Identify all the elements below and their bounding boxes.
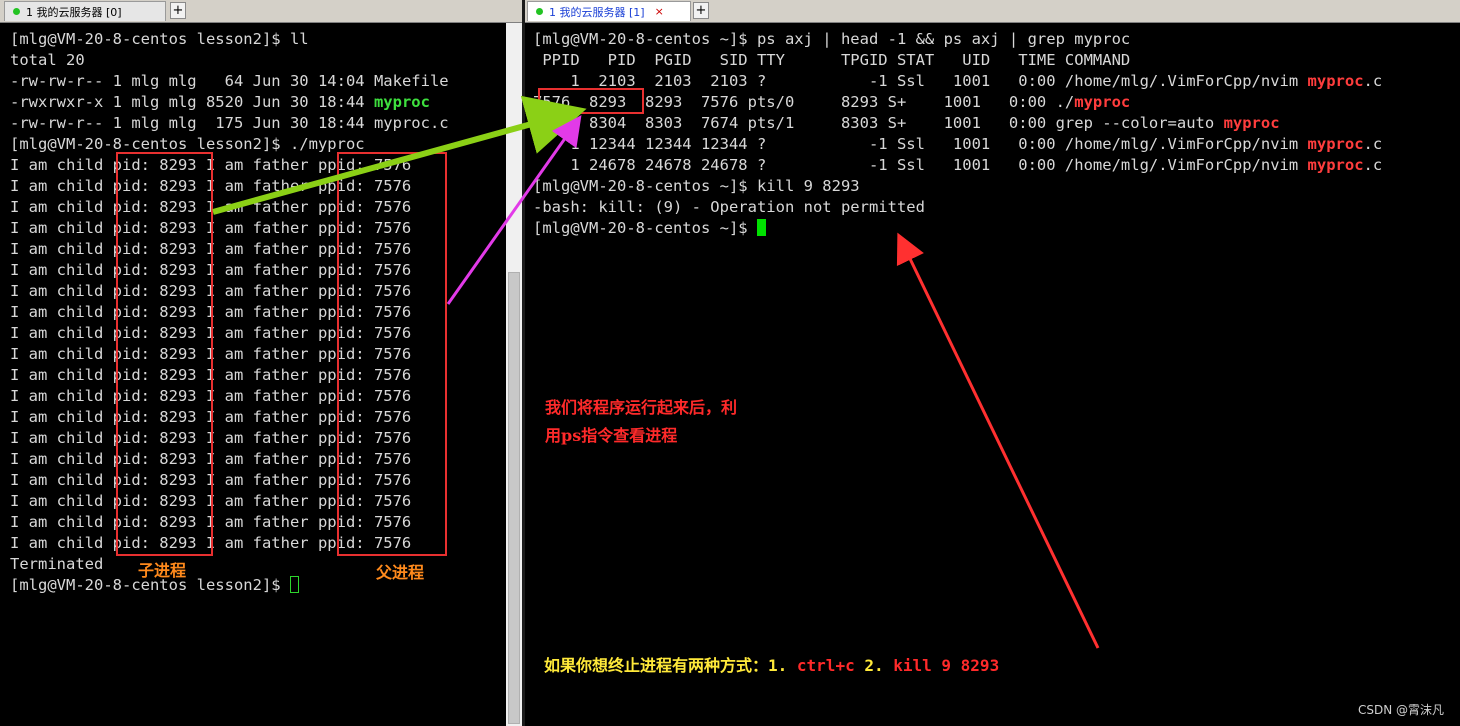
red-arrow (896, 232, 1100, 649)
green-arrow (212, 95, 587, 215)
magenta-arrow (446, 115, 582, 305)
annotation-arrows (212, 95, 1100, 649)
